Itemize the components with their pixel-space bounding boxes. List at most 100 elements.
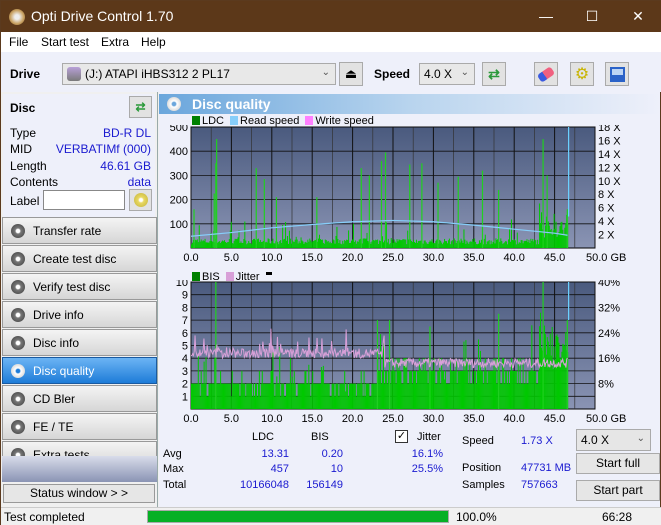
- bis-bar: [204, 383, 206, 409]
- disc-label-button[interactable]: [129, 189, 152, 211]
- ldc-bar: [389, 243, 391, 248]
- menu-file[interactable]: File: [9, 35, 28, 49]
- bis-bar: [342, 383, 344, 409]
- bis-bar: [380, 334, 382, 409]
- bis-bar: [483, 370, 485, 409]
- bis-bar: [254, 383, 256, 409]
- bis-bar: [191, 383, 192, 409]
- bis-bar: [475, 370, 477, 409]
- ldc-bar: [441, 242, 443, 248]
- bis-bar: [357, 383, 359, 409]
- y-tick-label: 6: [182, 328, 188, 340]
- x-tick-label: 15.0: [301, 252, 322, 264]
- bis-bar: [473, 383, 475, 409]
- start-full-button[interactable]: Start full: [576, 453, 660, 474]
- bis-bar: [217, 383, 219, 409]
- ldc-bar: [325, 240, 327, 248]
- bis-bar: [382, 370, 384, 409]
- nav-cd-bler[interactable]: CD Bler: [2, 385, 157, 412]
- settings-button[interactable]: ⚙: [570, 62, 594, 86]
- bis-bar: [515, 370, 517, 409]
- speed-select[interactable]: 4.0 X ⌄: [419, 63, 475, 85]
- nav-transfer-rate[interactable]: Transfer rate: [2, 217, 157, 244]
- nav-verify-test-disc[interactable]: Verify test disc: [2, 273, 157, 300]
- ldc-bar: [339, 240, 341, 248]
- bis-bar: [395, 383, 397, 409]
- erase-button[interactable]: [534, 62, 558, 86]
- status-window-button[interactable]: Status window > >: [3, 484, 155, 503]
- ldc-bar: [321, 239, 323, 248]
- menu-start-test[interactable]: Start test: [41, 35, 89, 49]
- jitter-checkbox[interactable]: ✓: [395, 430, 408, 443]
- samples-value: 757663: [521, 479, 558, 491]
- nav-disc-info[interactable]: Disc info: [2, 329, 157, 356]
- disc-length-value: 46.61 GB: [100, 159, 151, 173]
- ldc-bar: [453, 238, 455, 248]
- ldc-peak: [368, 175, 370, 248]
- menu-extra[interactable]: Extra: [101, 35, 129, 49]
- legend-marker: [265, 271, 272, 275]
- disc-quality-header: Disc quality: [159, 94, 660, 114]
- drive-select[interactable]: (J:) ATAPI iHBS312 2 PL17 ⌄: [62, 63, 336, 85]
- ldc-bar: [507, 244, 509, 248]
- bis-bar: [400, 370, 402, 409]
- nav-drive-info[interactable]: Drive info: [2, 301, 157, 328]
- refresh-button[interactable]: ⇄: [482, 62, 506, 86]
- nav-disc-quality[interactable]: Disc quality: [2, 357, 157, 384]
- bis-bar: [251, 383, 253, 409]
- disc-mid-value: VERBATIMf (000): [55, 142, 151, 156]
- ldc-bar: [468, 243, 470, 248]
- bis-bar: [343, 383, 345, 409]
- bis-bar: [556, 334, 558, 409]
- bis-bar: [464, 370, 466, 409]
- bis-bar: [285, 396, 287, 409]
- ldc-bar: [473, 241, 475, 248]
- ldc-bar: [221, 241, 223, 248]
- bis-bar: [438, 370, 440, 409]
- ldc-bar: [257, 238, 259, 248]
- bis-bar: [318, 383, 320, 409]
- ldc-bar: [347, 239, 349, 248]
- minimize-button[interactable]: —: [523, 1, 569, 32]
- ldc-bar: [353, 241, 355, 248]
- nav-create-test-disc[interactable]: Create test disc: [2, 245, 157, 272]
- bis-bar: [333, 383, 335, 409]
- ldc-bar: [340, 243, 342, 248]
- bis-bar: [270, 370, 272, 409]
- close-button[interactable]: ✕: [615, 1, 661, 32]
- disc-refresh-button[interactable]: ⇄: [129, 96, 152, 118]
- ldc-peak: [213, 193, 215, 248]
- ldc-bar: [548, 225, 550, 248]
- test-speed-select[interactable]: 4.0 X ⌄: [576, 429, 651, 451]
- start-part-button[interactable]: Start part: [576, 480, 660, 501]
- x-tick-label: 5.0: [224, 413, 239, 425]
- eject-button[interactable]: ⏏: [339, 62, 363, 86]
- nav-fe-te[interactable]: FE / TE: [2, 413, 157, 440]
- bis-bar: [231, 370, 233, 409]
- maximize-button[interactable]: ☐: [569, 1, 615, 32]
- ldc-bar: [492, 241, 494, 248]
- ldc-bar: [259, 239, 261, 248]
- ldc-bar: [509, 229, 511, 248]
- bis-bar: [434, 370, 436, 409]
- ldc-bar: [559, 226, 561, 248]
- bis-bar: [435, 383, 437, 409]
- bis-bar: [313, 383, 315, 409]
- bis-bar: [351, 383, 353, 409]
- ldc-bar: [281, 242, 283, 248]
- bis-bar: [291, 376, 293, 409]
- progress-text: 100.0%: [456, 510, 497, 524]
- nav-label: Drive info: [33, 308, 84, 322]
- bis-bar: [516, 383, 518, 409]
- ldc-bar: [475, 241, 477, 248]
- disc-label-input[interactable]: [43, 190, 125, 210]
- bis-bar: [527, 383, 529, 409]
- save-button[interactable]: [605, 62, 629, 86]
- menu-help[interactable]: Help: [141, 35, 166, 49]
- ldc-bar: [531, 240, 533, 248]
- bis-bar: [252, 396, 254, 409]
- bis-bar: [362, 396, 364, 409]
- bis-peak: [498, 313, 500, 409]
- bis-bar: [353, 383, 355, 409]
- ldc-bar: [400, 240, 402, 248]
